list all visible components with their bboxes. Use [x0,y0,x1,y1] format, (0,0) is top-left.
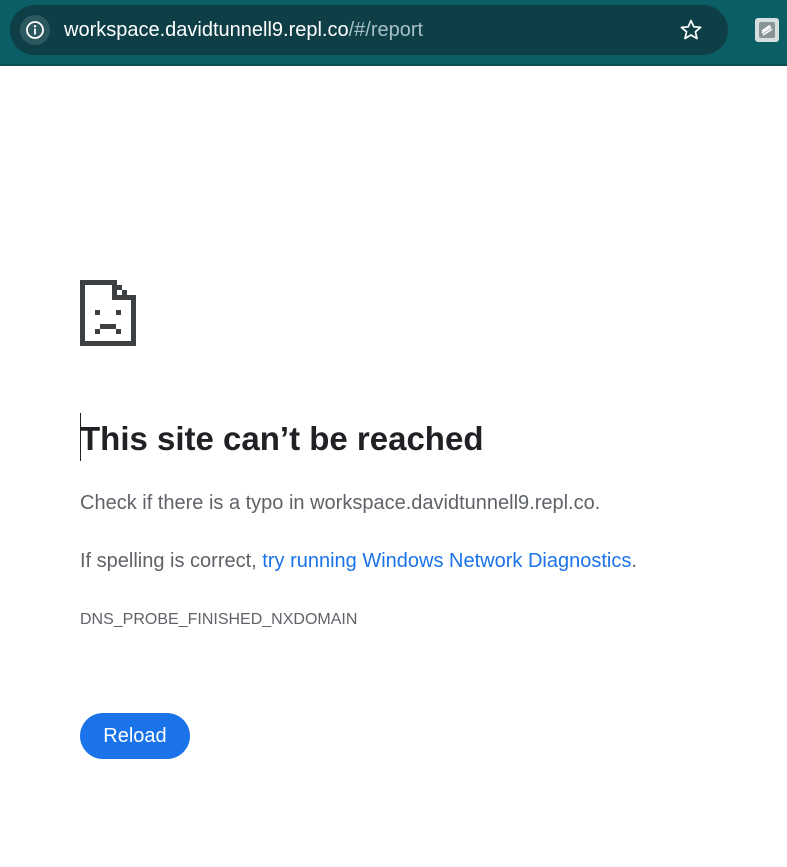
extension-button[interactable] [755,18,779,42]
extension-icon [759,22,775,38]
reload-button[interactable]: Reload [80,713,190,759]
info-icon [26,21,44,39]
url-host: workspace.davidtunnell9.repl.co [64,19,349,41]
browser-toolbar: workspace.davidtunnell9.repl.co/#/report [0,0,787,66]
spelling-message: If spelling is correct, try running Wind… [80,548,637,574]
address-bar[interactable]: workspace.davidtunnell9.repl.co/#/report [10,5,728,55]
spelling-suffix: . [631,550,637,572]
star-icon [680,19,702,40]
spelling-prefix: If spelling is correct, [80,550,263,572]
network-diagnostics-link[interactable]: try running Windows Network Diagnostics [262,550,631,572]
error-headline: This site can’t be reached [80,420,484,457]
typo-message: Check if there is a typo in workspace.da… [80,492,601,514]
error-code: DNS_PROBE_FINISHED_NXDOMAIN [80,611,358,628]
sad-page-icon [80,280,136,346]
bookmark-button[interactable] [678,17,704,43]
url-text[interactable]: workspace.davidtunnell9.repl.co/#/report [64,17,423,43]
url-path: /#/report [348,19,424,41]
site-info-button[interactable] [20,15,50,45]
